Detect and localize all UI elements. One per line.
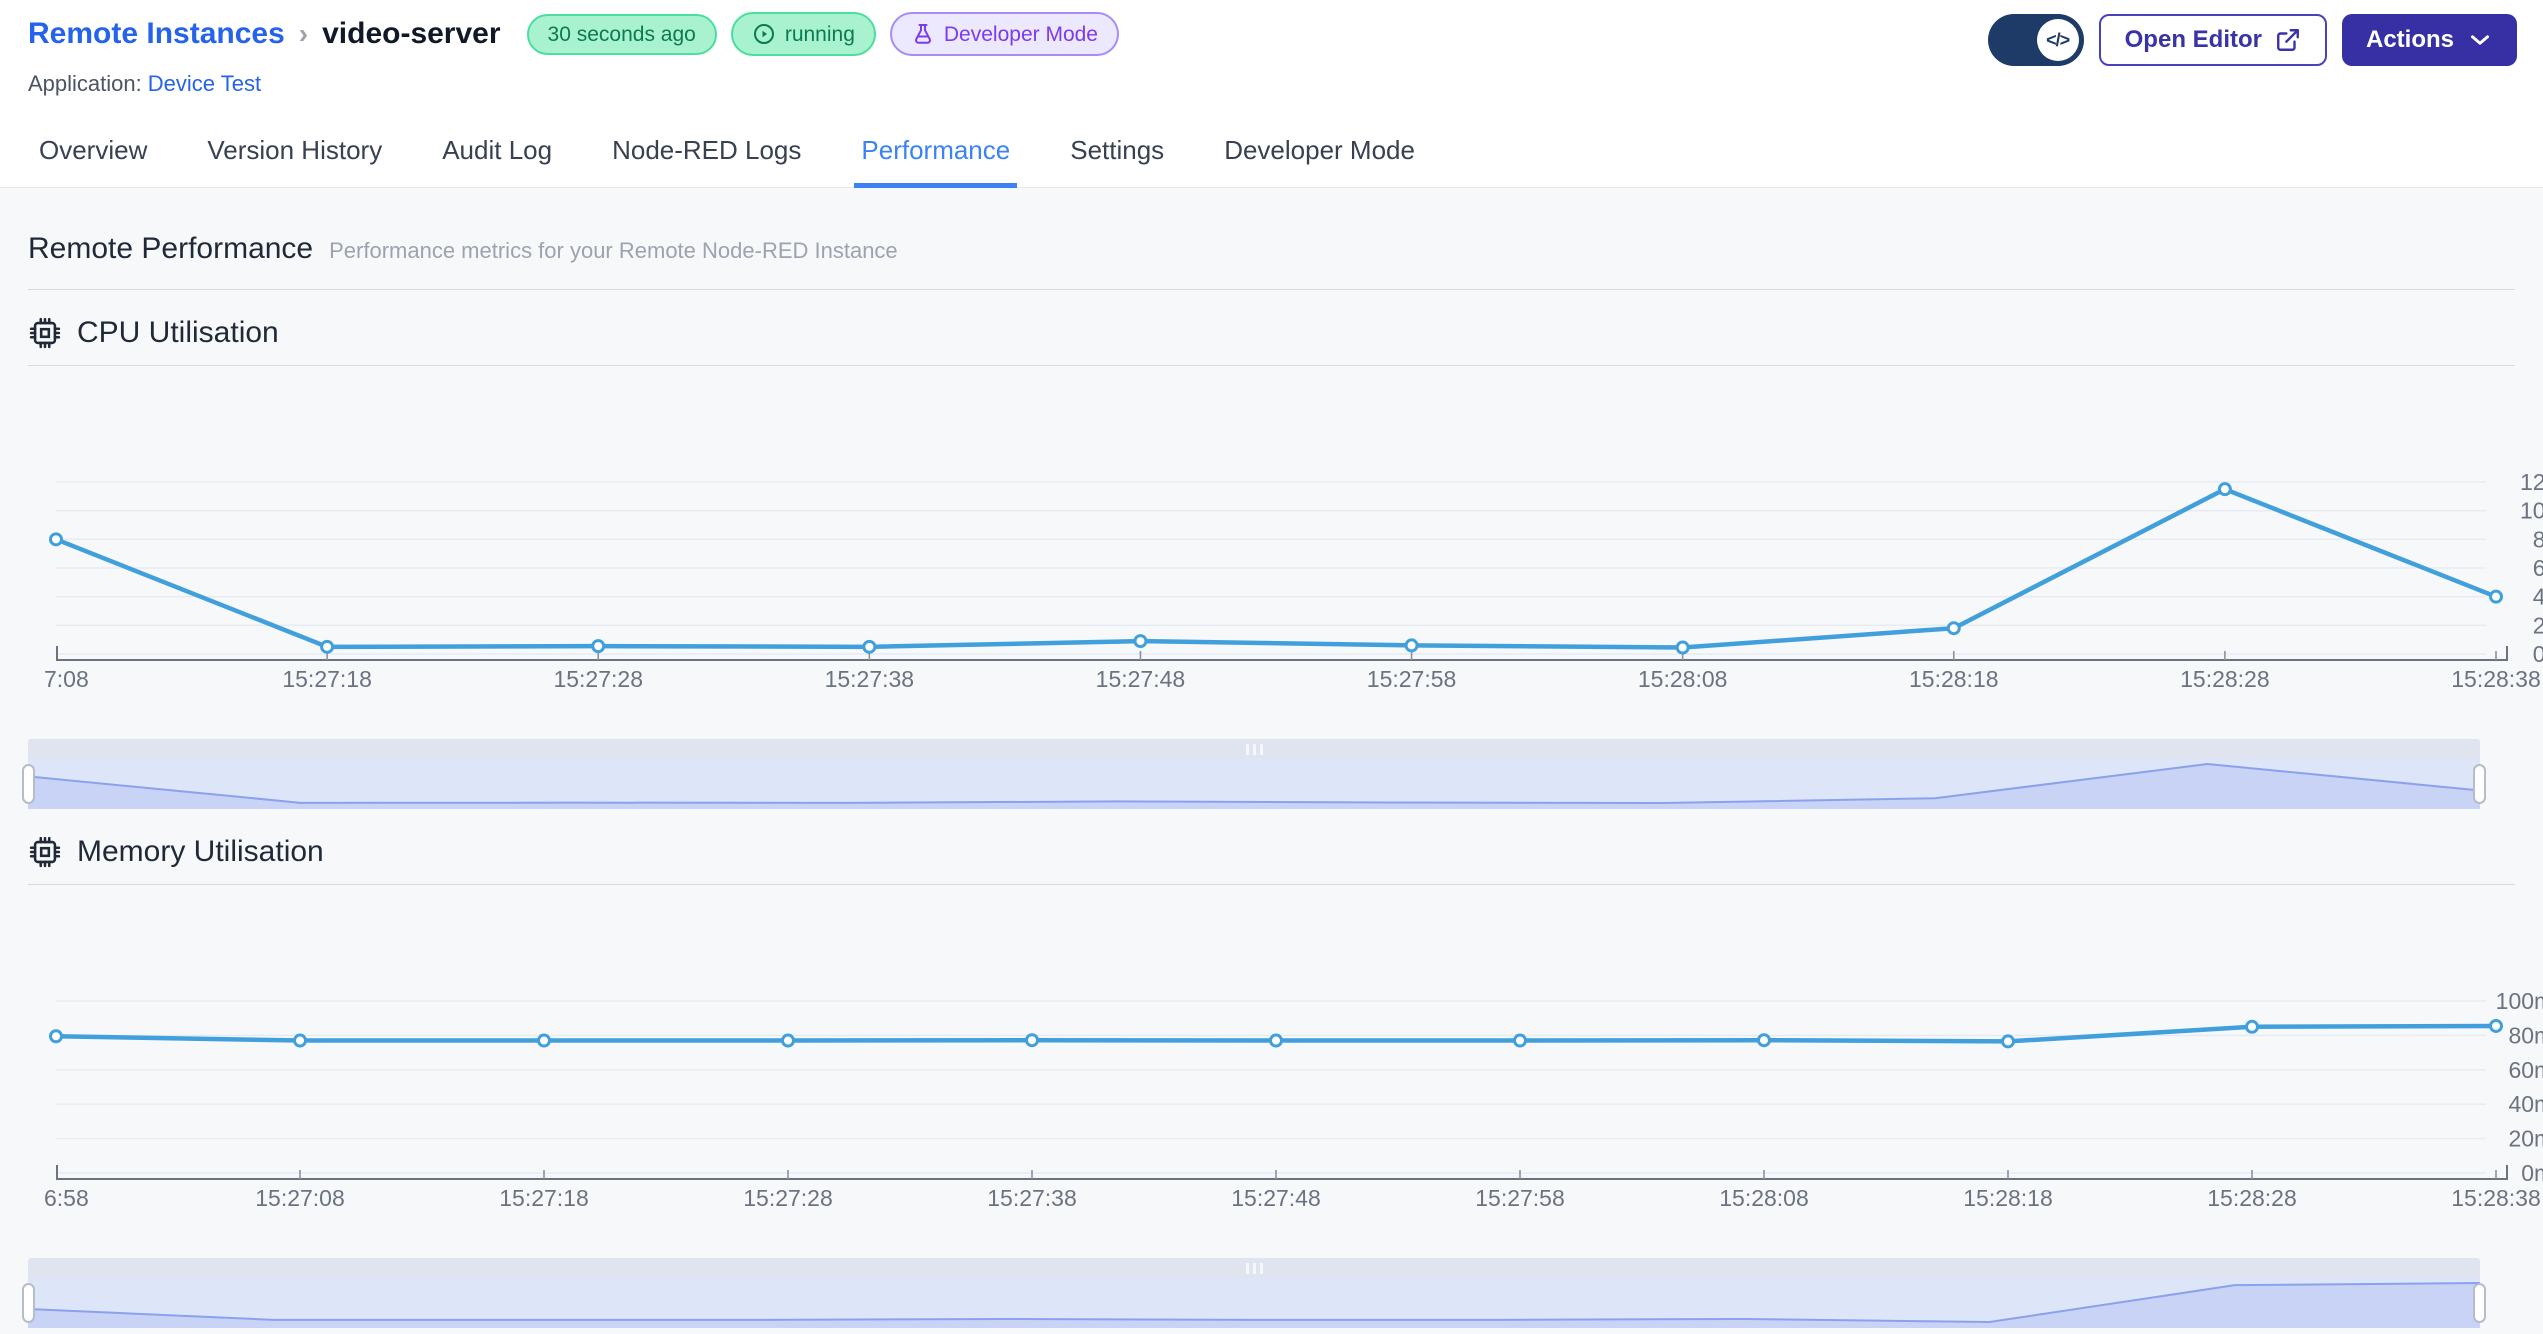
breadcrumb-remote-instances-link[interactable]: Remote Instances: [28, 17, 285, 51]
cpu-section-title: CPU Utilisation: [77, 316, 279, 349]
divider: [28, 884, 2515, 885]
actions-label: Actions: [2365, 26, 2454, 53]
performance-panel: Remote Performance Performance metrics f…: [0, 188, 2543, 1334]
svg-text:15:28:08: 15:28:08: [1638, 666, 1728, 692]
memory-section-title: Memory Utilisation: [77, 835, 324, 868]
developer-mode-badge: Developer Mode: [889, 12, 1119, 56]
play-circle-icon: [753, 24, 774, 44]
svg-text:60mb: 60mb: [2508, 1057, 2543, 1083]
cpu-brush-mini-chart: [28, 759, 2480, 809]
svg-text:15:27:58: 15:27:58: [1367, 666, 1457, 692]
memory-brush-mini-chart: [28, 1278, 2480, 1328]
developer-mode-toggle[interactable]: </>: [1987, 14, 2084, 66]
cpu-chart-zoom-brush[interactable]: [22, 739, 2486, 809]
svg-text:15:27:48: 15:27:48: [1096, 666, 1186, 692]
svg-text:15:27:18: 15:27:18: [282, 666, 372, 692]
svg-text:100mb: 100mb: [2496, 988, 2543, 1014]
code-icon: </>: [2036, 19, 2079, 61]
svg-text:0%: 0%: [2533, 641, 2543, 667]
tab-node-red-logs[interactable]: Node-RED Logs: [605, 121, 808, 188]
developer-mode-text: Developer Mode: [943, 22, 1098, 46]
tab-audit-log[interactable]: Audit Log: [435, 121, 559, 188]
open-editor-label: Open Editor: [2124, 26, 2262, 53]
breadcrumb: Remote Instances › video-server 30 secon…: [28, 12, 1119, 56]
svg-text:15:28:28: 15:28:28: [2207, 1185, 2297, 1211]
svg-text:80mb: 80mb: [2508, 1022, 2543, 1048]
cpu-chip-icon: [29, 317, 61, 349]
memory-chart: 0mb 20mb 40mb 60mb 80mb 100mb 6:58 15:27:08 15:2…: [28, 891, 2543, 1213]
instance-name: video-server: [322, 17, 501, 50]
svg-text:15:27:08: 15:27:08: [255, 1185, 345, 1211]
svg-text:8%: 8%: [2533, 526, 2543, 552]
breadcrumb-separator-icon: ›: [298, 18, 309, 49]
svg-text:15:27:38: 15:27:38: [987, 1185, 1077, 1211]
svg-text:15:27:58: 15:27:58: [1475, 1185, 1565, 1211]
svg-text:15:28:38: 15:28:38: [2451, 666, 2541, 692]
cpu-brush-handle-left[interactable]: [22, 764, 35, 804]
svg-text:40mb: 40mb: [2508, 1091, 2543, 1117]
flask-icon: [914, 24, 931, 44]
open-editor-button[interactable]: Open Editor: [2098, 14, 2327, 66]
tab-settings[interactable]: Settings: [1063, 121, 1171, 188]
memory-chart-zoom-brush[interactable]: [22, 1258, 2486, 1328]
svg-text:15:28:18: 15:28:18: [1909, 666, 1999, 692]
application-label: Application:: [28, 71, 142, 96]
svg-text:15:27:28: 15:27:28: [553, 666, 643, 692]
memory-brush-drag-bar[interactable]: [28, 1258, 2480, 1278]
actions-button[interactable]: Actions: [2341, 14, 2517, 66]
cpu-chart: 0% 2%4% 6% 8%10% 12% 7:08 15:27:18 15:27:28 15:2…: [28, 372, 2543, 694]
page-title: Remote Performance: [28, 232, 314, 265]
running-status-badge: running: [730, 12, 876, 56]
grip-icon: [1245, 1262, 1263, 1274]
svg-text:7:08: 7:08: [44, 666, 89, 692]
application-row: Application: Device Test: [28, 71, 1119, 97]
memory-brush-handle-right[interactable]: [2473, 1283, 2486, 1323]
svg-text:12%: 12%: [2520, 469, 2543, 495]
chevron-down-icon: [2471, 35, 2489, 45]
running-status-text: running: [784, 22, 855, 46]
status-badges: 30 seconds ago running Developer Mode: [526, 12, 1119, 56]
cpu-brush-handle-right[interactable]: [2473, 764, 2486, 804]
cpu-utilisation-section: CPU Utilisation 0% 2%4% 6% 8%10% 12% 7:08 15:2…: [22, 316, 2543, 809]
svg-text:20mb: 20mb: [2508, 1126, 2543, 1152]
svg-text:15:28:18: 15:28:18: [1963, 1185, 2053, 1211]
divider: [28, 289, 2515, 290]
svg-text:6%: 6%: [2533, 555, 2543, 581]
last-seen-text: 30 seconds ago: [547, 22, 696, 46]
tab-performance[interactable]: Performance: [854, 121, 1018, 188]
external-link-icon: [2277, 29, 2299, 51]
grip-icon: [1245, 743, 1263, 755]
svg-text:4%: 4%: [2533, 584, 2543, 610]
memory-utilisation-section: Memory Utilisation 0mb 20mb 40mb 60mb 80mb 10…: [22, 835, 2543, 1328]
svg-text:6:58: 6:58: [44, 1185, 89, 1211]
tab-developer-mode[interactable]: Developer Mode: [1217, 121, 1422, 188]
memory-section-header: Memory Utilisation: [28, 835, 2515, 869]
svg-text:15:27:38: 15:27:38: [825, 666, 915, 692]
svg-text:15:27:28: 15:27:28: [743, 1185, 833, 1211]
memory-chip-icon: [29, 836, 61, 868]
svg-text:15:27:48: 15:27:48: [1231, 1185, 1321, 1211]
header-left: Remote Instances › video-server 30 secon…: [28, 12, 1119, 97]
memory-brush-handle-left[interactable]: [22, 1283, 35, 1323]
last-seen-badge: 30 seconds ago: [526, 13, 717, 55]
svg-text:15:28:08: 15:28:08: [1719, 1185, 1809, 1211]
divider: [28, 365, 2515, 366]
svg-text:2%: 2%: [2533, 612, 2543, 638]
svg-text:10%: 10%: [2520, 498, 2543, 524]
tab-overview[interactable]: Overview: [32, 121, 154, 188]
tab-version-history[interactable]: Version History: [200, 121, 389, 188]
application-link[interactable]: Device Test: [148, 71, 261, 96]
cpu-brush-drag-bar[interactable]: [28, 739, 2480, 759]
header-actions: </> Open Editor Actions: [1987, 12, 2517, 66]
svg-text:15:28:38: 15:28:38: [2451, 1185, 2541, 1211]
svg-text:15:28:28: 15:28:28: [2180, 666, 2270, 692]
page-subtitle: Performance metrics for your Remote Node…: [329, 238, 898, 263]
page-header: Remote Instances › video-server 30 secon…: [0, 0, 2543, 97]
instance-tabs: Overview Version History Audit Log Node-…: [0, 121, 2543, 188]
cpu-section-header: CPU Utilisation: [28, 316, 2515, 350]
svg-text:0mb: 0mb: [2521, 1160, 2543, 1186]
page-heading: Remote Performance Performance metrics f…: [28, 188, 2515, 266]
svg-text:15:27:18: 15:27:18: [499, 1185, 589, 1211]
